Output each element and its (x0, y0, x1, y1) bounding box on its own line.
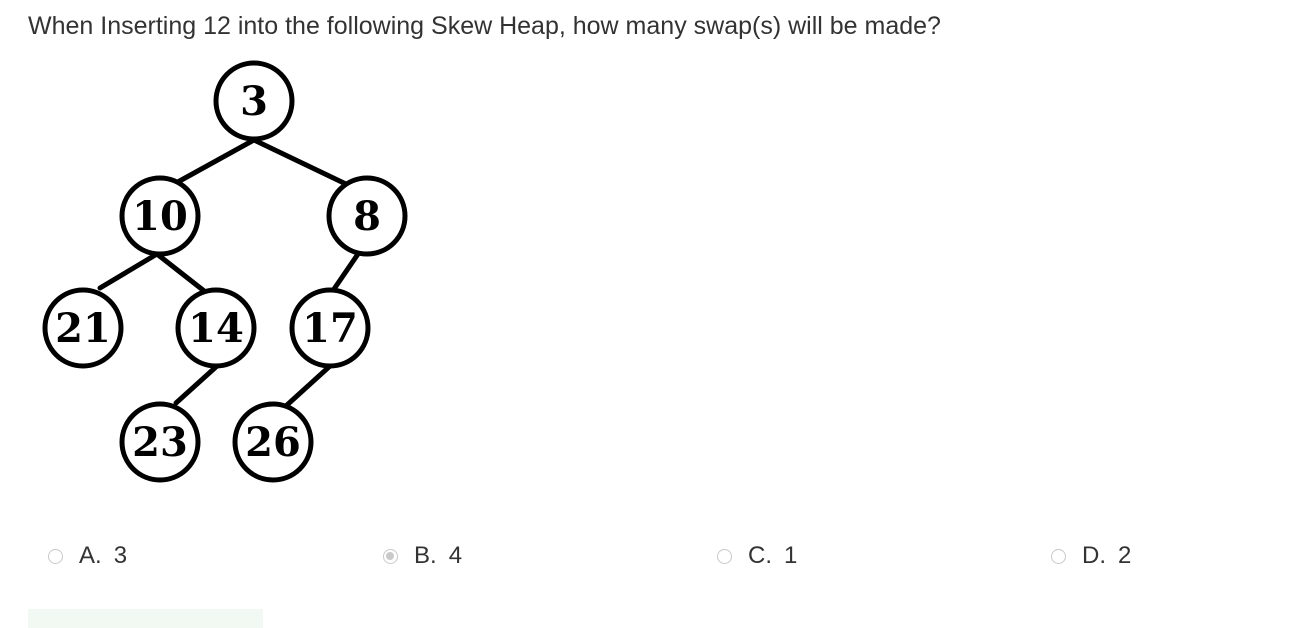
option-d-label: D. 2 (1082, 542, 1132, 569)
option-c-label: C. 1 (748, 542, 798, 569)
heap-node-14: 14 (175, 287, 257, 369)
edge-3-10 (173, 137, 257, 186)
svg-text:21: 21 (55, 305, 111, 352)
skew-heap-diagram: 3 10 8 21 14 17 23 26 (42, 60, 408, 483)
svg-text:23: 23 (132, 419, 188, 466)
svg-text:8: 8 (353, 193, 381, 240)
heap-node-23: 23 (119, 401, 201, 483)
svg-text:10: 10 (132, 193, 188, 240)
option-d-radio[interactable] (1051, 548, 1066, 564)
option-b-label: B. 4 (414, 542, 463, 569)
option-a-label: A. 3 (79, 542, 128, 569)
svg-text:17: 17 (302, 305, 358, 352)
heap-node-17: 17 (289, 287, 371, 369)
heap-node-8: 8 (326, 175, 408, 257)
edge-10-14 (154, 251, 211, 297)
heap-node-10: 10 (119, 175, 201, 257)
option-b[interactable]: B. 4 (383, 539, 462, 573)
svg-text:3: 3 (240, 78, 268, 125)
option-b-radio[interactable] (383, 548, 398, 564)
option-c[interactable]: C. 1 (717, 539, 797, 573)
option-a-radio[interactable] (48, 548, 63, 564)
edge-8-17 (329, 251, 361, 295)
heap-node-21: 21 (42, 287, 124, 369)
edge-14-23 (173, 363, 220, 406)
option-c-radio[interactable] (717, 548, 732, 564)
edge-10-21 (97, 251, 160, 291)
edge-17-26 (284, 363, 333, 408)
heap-node-3: 3 (213, 60, 295, 142)
svg-text:14: 14 (188, 305, 244, 352)
option-d[interactable]: D. 2 (1051, 539, 1131, 573)
svg-text:26: 26 (245, 419, 301, 466)
option-a[interactable]: A. 3 (48, 539, 127, 573)
edge-3-8 (251, 137, 351, 188)
heap-node-26: 26 (232, 401, 314, 483)
answer-feedback-bar (28, 609, 263, 628)
